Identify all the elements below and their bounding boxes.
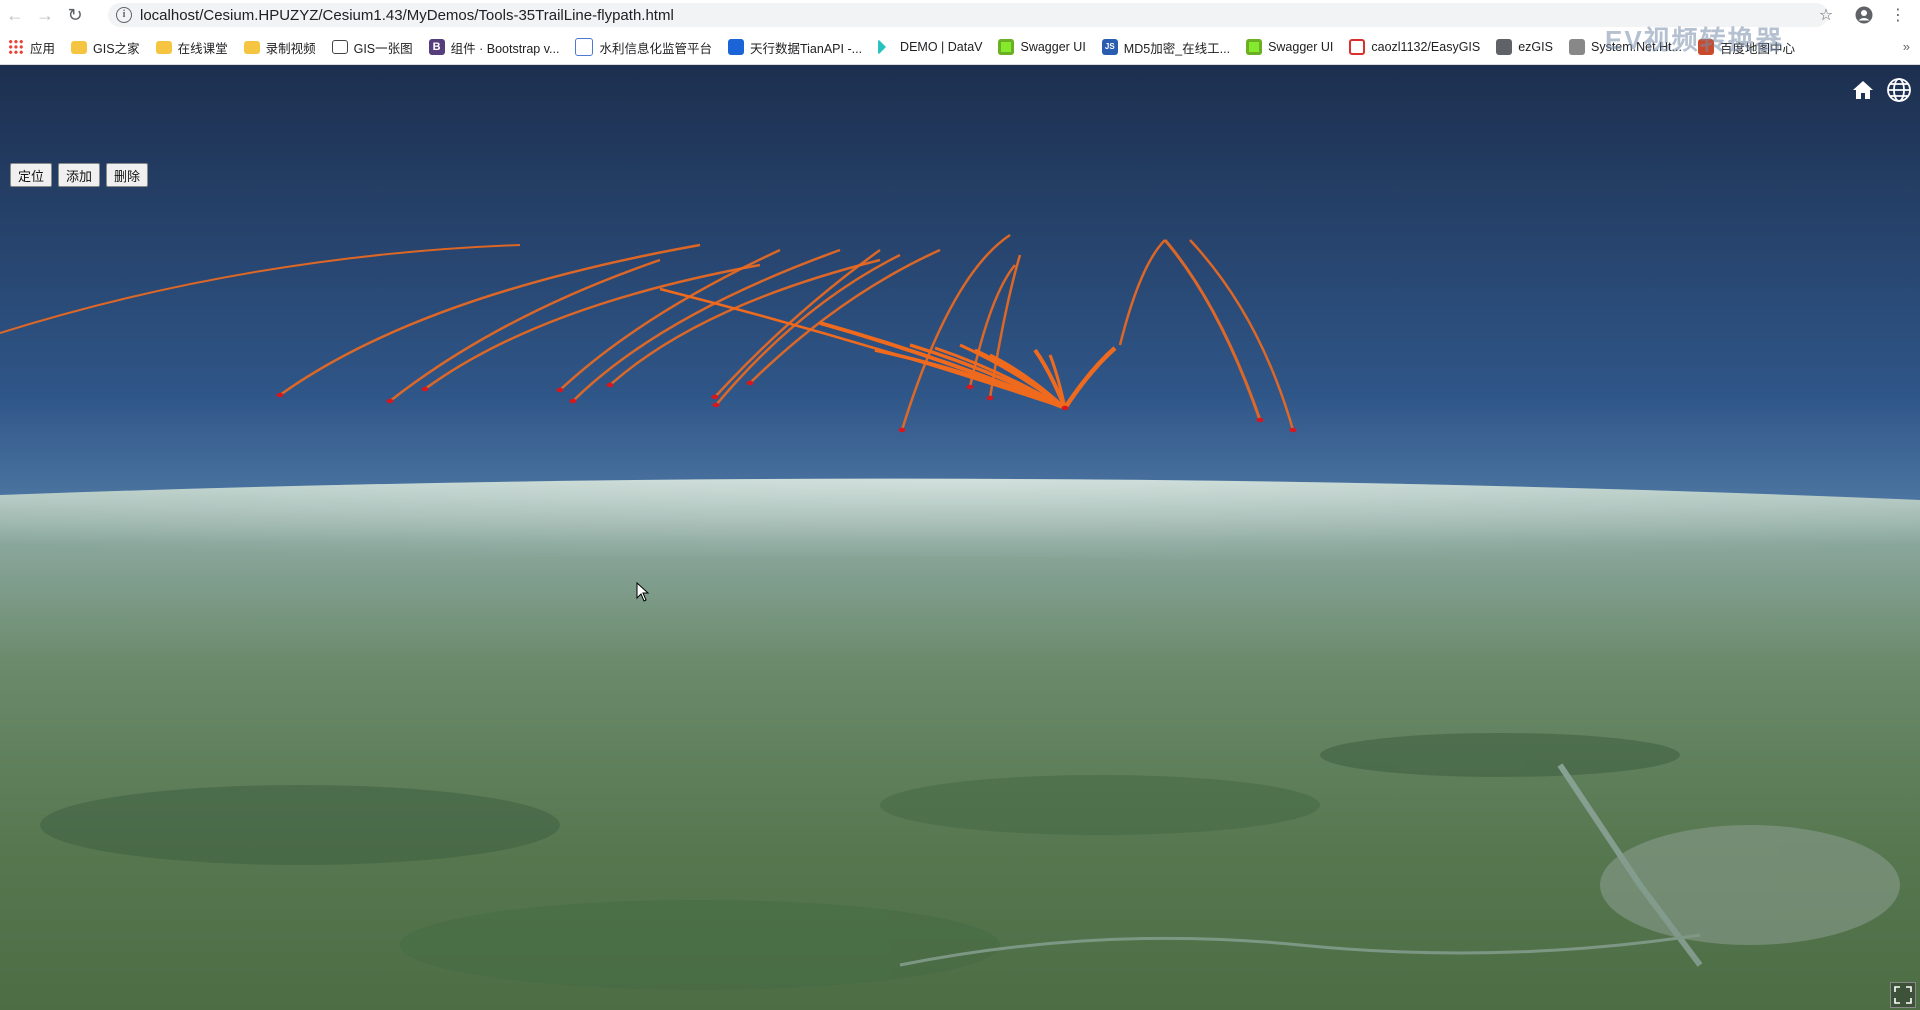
- menu-icon[interactable]: ⋮: [1886, 3, 1910, 27]
- fullscreen-icon[interactable]: [1890, 982, 1916, 1008]
- bookmarks-more-icon[interactable]: »: [1896, 30, 1910, 64]
- apps-icon: [8, 39, 24, 55]
- trail-endpoint: [569, 398, 577, 404]
- bookmark-label: 水利信息化监管平台: [599, 41, 712, 56]
- bookmark-item[interactable]: Swagger UI: [1238, 33, 1341, 61]
- folder-icon: [71, 40, 88, 54]
- bookmark-label: DEMO | DataV: [900, 40, 983, 54]
- trail-endpoint: [606, 382, 614, 388]
- trail-endpoint: [556, 387, 564, 393]
- folder-icon: [155, 40, 172, 54]
- bookmark-label: 在线课堂: [177, 41, 228, 56]
- bookmark-label: 录制视频: [265, 41, 316, 56]
- trail-endpoint: [1256, 417, 1264, 423]
- bookmark-label: 应用: [30, 41, 56, 56]
- bookmark-item[interactable]: caozl1132/EasyGIS: [1341, 33, 1488, 61]
- bootstrap-icon: B: [428, 39, 445, 55]
- trail-endpoint: [898, 427, 906, 433]
- bookmark-item[interactable]: B 组件 · Bootstrap v...: [421, 33, 568, 61]
- reload-icon[interactable]: ↻: [60, 0, 90, 30]
- swagger-icon: [1246, 39, 1263, 55]
- bookmark-item[interactable]: GIS一张图: [324, 33, 421, 61]
- bookmark-item[interactable]: System.Net.Ht...: [1561, 33, 1690, 61]
- bookmark-item[interactable]: 天行数据TianAPI -...: [720, 33, 870, 61]
- bookmark-item[interactable]: GIS之家: [63, 33, 148, 61]
- bookmark-label: 百度地图中心: [1719, 41, 1795, 56]
- bookmark-label: MD5加密_在线工...: [1123, 41, 1231, 56]
- bookmark-item[interactable]: DEMO | DataV: [870, 33, 990, 61]
- bookmark-label: ezGIS: [1518, 40, 1553, 54]
- folder-icon: [243, 40, 260, 54]
- url-text: localhost/Cesium.HPUZYZ/Cesium1.43/MyDem…: [140, 6, 674, 24]
- back-icon[interactable]: ←: [0, 0, 30, 30]
- trail-endpoint: [386, 398, 394, 404]
- trail-endpoint: [986, 395, 994, 401]
- forward-icon[interactable]: →: [30, 0, 60, 30]
- info-icon[interactable]: i: [116, 7, 132, 23]
- locate-button[interactable]: 定位: [10, 163, 53, 187]
- profile-icon[interactable]: [1852, 3, 1876, 27]
- bookmark-star-icon[interactable]: ☆: [1814, 3, 1838, 27]
- bookmark-item[interactable]: 在线课堂: [148, 33, 236, 61]
- trail-endpoint: [1061, 405, 1069, 411]
- cesium-viewer[interactable]: 定位 添加 删除: [0, 65, 1920, 1010]
- bookmark-label: 组件 · Bootstrap v...: [450, 41, 560, 56]
- trail-endpoint: [276, 392, 284, 398]
- trail-endpoint: [711, 394, 719, 400]
- bookmark-label: caozl1132/EasyGIS: [1371, 40, 1481, 54]
- trail-endpoint: [712, 402, 720, 408]
- address-bar: ← → ↻ i localhost/Cesium.HPUZYZ/Cesium1.…: [0, 0, 1920, 30]
- bookmark-item[interactable]: 应用: [0, 33, 63, 61]
- trail-endpoint: [421, 386, 429, 392]
- demo-toolbar: 定位 添加 删除: [10, 163, 149, 187]
- bookmark-item[interactable]: JS MD5加密_在线工...: [1094, 33, 1238, 61]
- bookmark-label: GIS一张图: [353, 41, 413, 56]
- url-field[interactable]: i localhost/Cesium.HPUZYZ/Cesium1.43/MyD…: [108, 3, 1828, 27]
- bookmark-item[interactable]: Swagger UI: [990, 33, 1093, 61]
- image-icon: [331, 40, 348, 54]
- swagger-icon: [998, 39, 1015, 55]
- globe-icon: [1496, 39, 1513, 55]
- mouse-cursor: [636, 582, 650, 602]
- star-icon: [1697, 39, 1714, 55]
- js-icon: JS: [1101, 39, 1118, 55]
- tianapi-icon: [727, 39, 744, 55]
- globe-scene[interactable]: [0, 65, 1920, 1010]
- bookmarks-bar: 应用 GIS之家 在线课堂 录制视频 GIS一张图 B 组件 · Bootstrap v..…: [0, 30, 1920, 65]
- bookmark-item[interactable]: 录制视频: [236, 33, 324, 61]
- datav-icon: [878, 39, 895, 55]
- water-icon: [575, 38, 594, 56]
- trail-endpoint: [1289, 427, 1297, 433]
- bookmark-item[interactable]: ezGIS: [1488, 33, 1561, 61]
- trail-endpoint: [746, 380, 754, 386]
- g-icon: [1349, 39, 1366, 55]
- add-button[interactable]: 添加: [58, 163, 101, 187]
- bookmark-label: GIS之家: [93, 41, 140, 56]
- trail-endpoint: [966, 384, 974, 390]
- delete-button[interactable]: 删除: [106, 163, 149, 187]
- bookmark-label: System.Net.Ht...: [1590, 40, 1682, 54]
- bookmark-item[interactable]: 百度地图中心: [1690, 33, 1803, 61]
- home-icon[interactable]: [1848, 75, 1878, 105]
- bookmark-label: 天行数据TianAPI -...: [749, 41, 863, 56]
- bookmark-label: Swagger UI: [1268, 40, 1334, 54]
- bookmark-label: Swagger UI: [1020, 40, 1086, 54]
- system-icon: [1568, 39, 1585, 55]
- bookmark-item[interactable]: 水利信息化监管平台: [567, 33, 720, 61]
- globe-icon[interactable]: [1884, 75, 1914, 105]
